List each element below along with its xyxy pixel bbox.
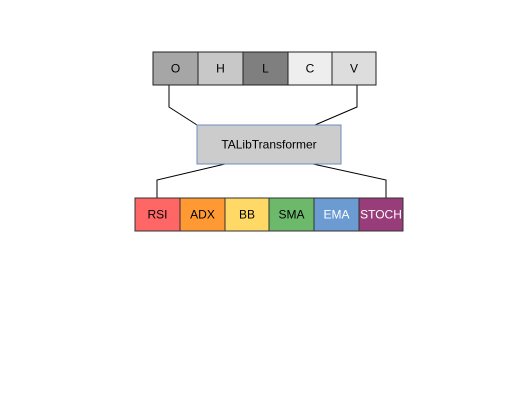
input-label-c: C: [306, 62, 315, 76]
connector-output-right: [312, 163, 387, 198]
output-label-adx: ADX: [190, 208, 215, 222]
output-label-bb: BB: [239, 208, 255, 222]
transformer-label: TALibTransformer: [221, 138, 316, 152]
output-label-rsi: RSI: [147, 208, 167, 222]
input-label-o: O: [171, 62, 180, 76]
diagram: O H L C V TALibTransformer RSI ADX BB SM…: [134, 51, 404, 232]
input-label-l: L: [262, 62, 269, 76]
output-label-stoch: STOCH: [360, 208, 402, 222]
transformer-node: TALibTransformer: [196, 124, 342, 165]
connector-input-left: [168, 85, 198, 126]
input-label-v: V: [350, 62, 358, 76]
input-row: O H L C V: [152, 51, 377, 86]
output-label-ema: EMA: [323, 208, 349, 222]
input-label-h: H: [216, 62, 225, 76]
output-row: RSI ADX BB SMA EMA STOCH: [134, 197, 404, 232]
output-label-sma: SMA: [278, 208, 304, 222]
connector-output-left: [156, 163, 226, 198]
connector-input-right: [314, 85, 358, 126]
